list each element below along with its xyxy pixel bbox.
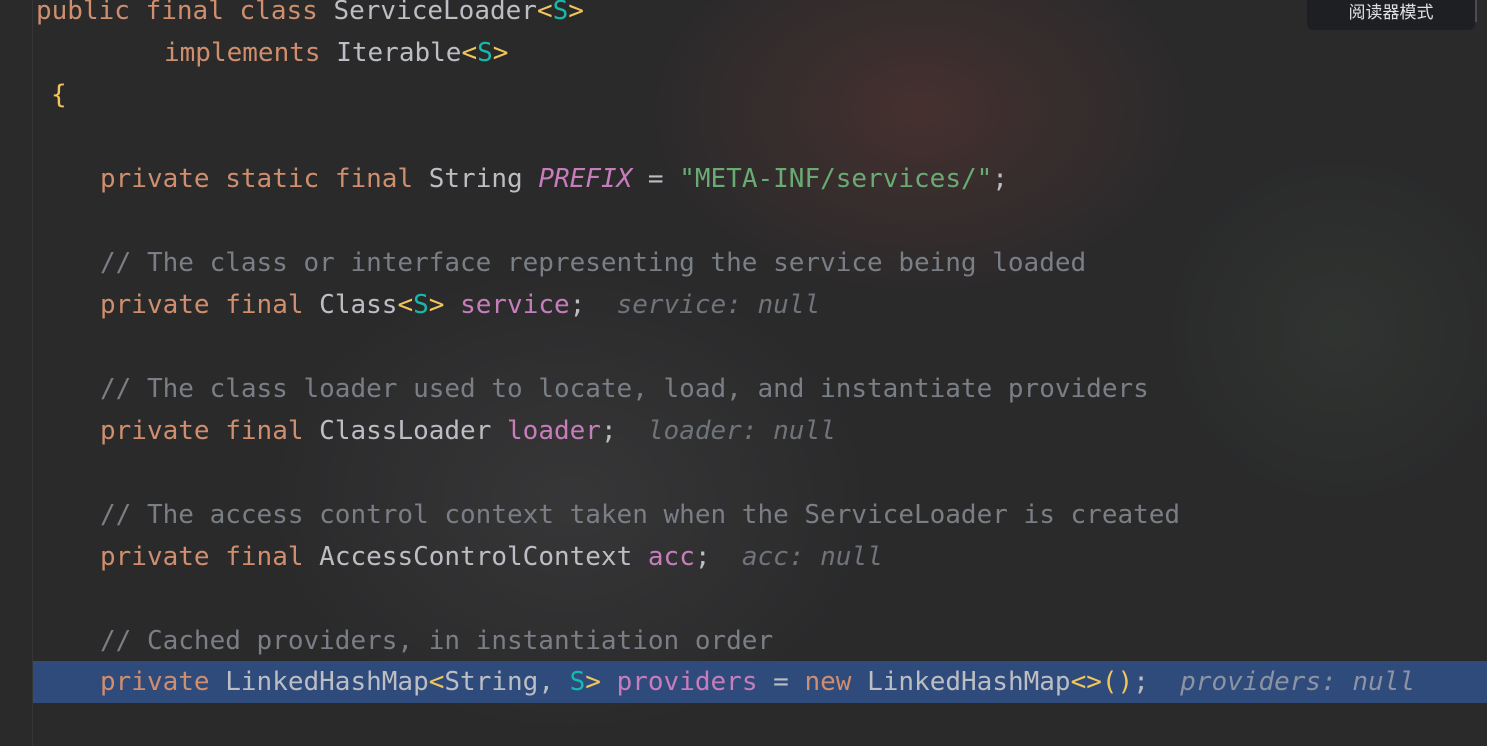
generic-close: > [568,0,584,26]
class-name: ServiceLoader [333,0,537,26]
assign-operator: = [757,667,805,697]
field-name: acc [647,542,695,572]
comma: , [538,667,570,697]
keyword-implements: implements [164,38,321,68]
code-line-class-declaration[interactable]: public final class ServiceLoader<S> [36,0,584,32]
inline-debug-hint: acc: null [741,542,883,572]
keyword-class: class [239,0,318,26]
code-comment-loader[interactable]: // The class loader used to locate, load… [100,368,1149,410]
inline-debug-hint: loader: null [647,416,836,446]
keyword-private: private [100,667,210,697]
keyword-new: new [804,667,852,697]
code-comment-service[interactable]: // The class or interface representing t… [100,242,1086,284]
generic-close: > [585,667,601,697]
generic-open: < [461,38,478,68]
semicolon: ; [992,164,1008,194]
code-line-loader-field[interactable]: private final ClassLoader loader; loader… [100,410,836,452]
keyword-public: public [36,0,130,26]
type-parameter: S [569,667,586,697]
interface-name: Iterable [336,38,462,68]
field-name: providers [616,667,758,697]
semicolon: ; [600,416,617,446]
keyword-private: private [100,542,210,572]
string-literal: "META-INF/services/" [679,164,993,194]
keyword-final: final [225,290,304,320]
call-parens: () [1101,667,1134,697]
code-line-prefix-field[interactable]: private static final String PREFIX = "ME… [100,158,1008,200]
assign-operator: = [632,164,680,194]
background-illustration-right [1160,150,1487,510]
keyword-private: private [100,290,210,320]
diamond-operator: <> [1070,667,1102,697]
generic-open: < [397,290,414,320]
keyword-final: final [225,416,304,446]
field-name: loader [507,416,601,446]
code-line-acc-field[interactable]: private final AccessControlContext acc; … [100,536,883,578]
code-line-providers-field[interactable]: private LinkedHashMap<String, S> provide… [100,661,1415,703]
keyword-final: final [334,164,414,194]
code-comment-providers[interactable]: // Cached providers, in instantiation or… [100,620,773,662]
semicolon: ; [569,290,586,320]
type-name: AccessControlContext [319,542,633,572]
keyword-final: final [225,542,304,572]
keyword-private: private [100,416,210,446]
constructor-name: LinkedHashMap [867,667,1071,697]
type-name: Class [319,290,398,320]
generic-open: < [428,667,445,697]
inline-debug-hint: providers: null [1180,667,1415,697]
generic-close: > [492,38,509,68]
type-name: ClassLoader [319,416,492,446]
code-line-service-field[interactable]: private final Class<S> service; service:… [100,284,820,326]
type-parameter: S [413,290,429,320]
type-name: LinkedHashMap [225,667,429,697]
keyword-final: final [145,0,224,26]
editor-gutter-divider [32,0,33,746]
generic-close: > [428,290,445,320]
field-name: service [460,290,570,320]
inline-debug-hint: service: null [616,290,821,320]
constant-name: PREFIX [538,164,633,194]
type-parameter: S [477,38,493,68]
code-line-open-brace[interactable]: { [51,74,67,116]
reader-mode-button[interactable]: 阅读器模式 [1307,0,1475,30]
semicolon: ; [694,542,711,572]
keyword-static: static [225,164,320,194]
code-comment-acc[interactable]: // The access control context taken when… [100,494,1180,536]
keyword-private: private [100,164,210,194]
generic-open: < [536,0,553,26]
code-line-implements[interactable]: implements Iterable<S> [164,32,508,74]
code-editor[interactable]: public final class ServiceLoader<S> impl… [0,0,1487,746]
type-argument: String [444,667,539,697]
semicolon: ; [1133,667,1149,697]
open-brace: { [51,80,67,110]
type-name: String [428,164,523,194]
type-parameter: S [552,0,569,26]
scrollbar-edge [1475,0,1477,22]
